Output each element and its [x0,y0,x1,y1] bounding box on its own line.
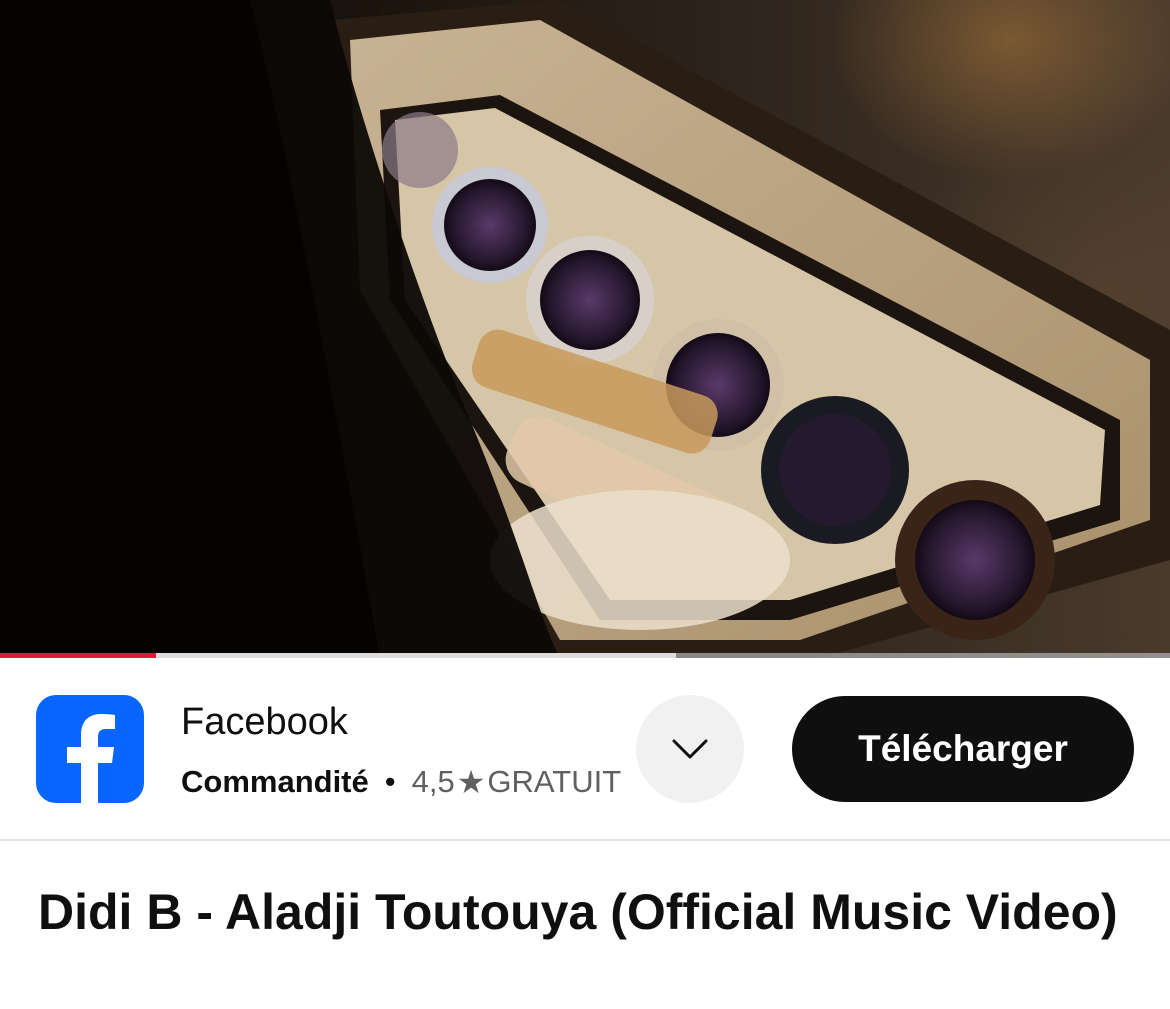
star-icon: ★ [456,764,486,800]
facebook-f-icon [67,714,115,803]
expand-ad-button[interactable] [636,695,744,803]
video-frame-illustration [0,0,1170,658]
separator-dot: • [384,764,396,799]
sponsored-label: Commandité [181,764,369,799]
video-title[interactable]: Didi B - Aladji Toutouya (Official Music… [38,880,1128,944]
app-price: GRATUIT [487,764,622,799]
chevron-down-icon [672,739,708,759]
app-rating: 4,5 [411,764,455,799]
video-progress-bar[interactable] [0,653,1170,658]
ad-meta-line: Commandité • 4,5 ★ GRATUIT [181,763,621,801]
sponsored-ad-card[interactable]: Facebook Commandité • 4,5 ★ GRATUIT Télé… [0,659,1170,841]
video-progress-fill [0,653,156,658]
download-button[interactable]: Télécharger [792,696,1134,802]
facebook-logo-icon[interactable] [36,695,144,803]
advertiser-name[interactable]: Facebook [181,701,348,744]
video-player[interactable] [0,0,1170,658]
